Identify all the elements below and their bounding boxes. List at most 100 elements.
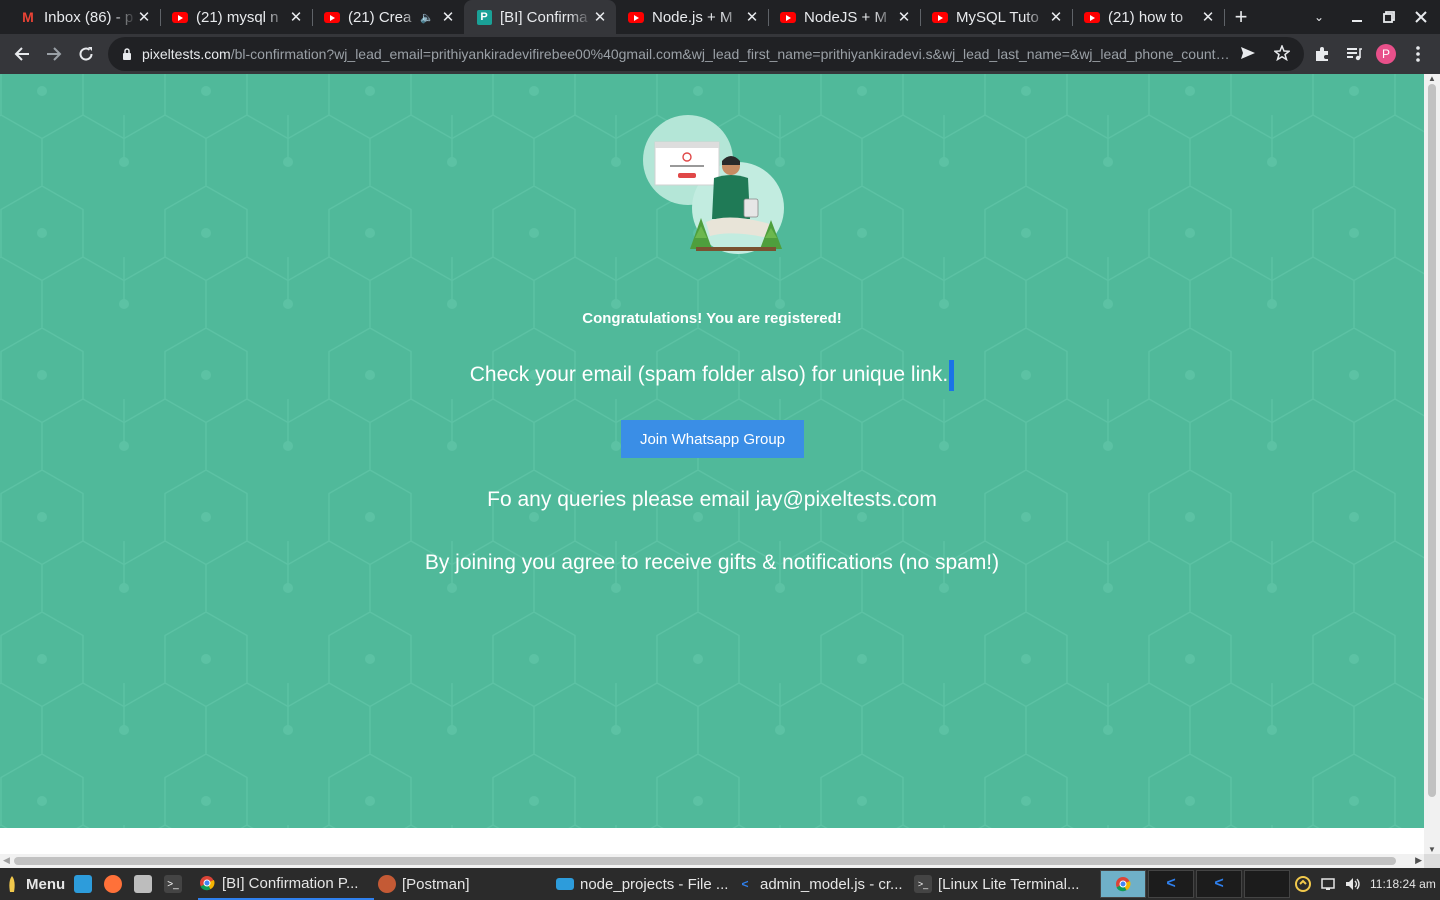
desktop-icon [74,875,92,893]
scroll-left-arrow-icon[interactable]: ◀ [3,855,10,866]
more-menu-icon[interactable] [1402,38,1434,70]
vertical-scrollbar[interactable]: ▲ ▼ [1424,74,1440,854]
media-control-icon[interactable] [1338,38,1370,70]
tab-create[interactable]: (21) Crea 🔈 ✕ [304,0,464,34]
join-whatsapp-button[interactable]: Join Whatsapp Group [621,420,804,458]
folder-icon [556,878,574,890]
close-icon[interactable]: ✕ [592,9,608,26]
terminal-icon: >_ [164,875,182,893]
tab-title: [BI] Confirma [500,8,588,26]
tab-confirmation[interactable]: P [BI] Confirma ✕ [464,0,616,34]
youtube-icon [780,9,796,25]
close-window-icon[interactable] [1404,0,1438,34]
taskbar-window-file-manager[interactable]: node_projects - File ... [556,868,728,900]
close-icon[interactable]: ✕ [1200,9,1216,26]
registration-illustration [643,115,784,254]
close-icon[interactable]: ✕ [136,9,152,26]
tab-title: Inbox (86) - p [44,8,134,26]
gmail-icon: M [22,9,34,25]
forward-button[interactable] [38,38,70,70]
tab-how-to[interactable]: (21) how to ✕ [1064,0,1225,34]
consent-text: By joining you agree to receive gifts & … [424,551,1000,574]
reload-icon [79,47,93,61]
horizontal-scroll-thumb[interactable] [14,857,1396,865]
close-icon[interactable]: ✕ [288,9,304,26]
tab-title: (21) mysql n [196,8,279,26]
tab-gmail[interactable]: M Inbox (86) - p ✕ [0,0,161,34]
taskbar-window-terminal[interactable]: >_ [Linux Lite Terminal... [914,868,1079,900]
send-icon[interactable] [1240,45,1256,66]
youtube-icon [1084,9,1100,25]
firefox-launcher[interactable] [104,868,128,900]
postman-icon [378,875,396,893]
tab-title: MySQL Tuto [956,8,1039,26]
vscode-icon: < [1166,875,1176,892]
vscode-icon: < [741,877,749,891]
congrats-heading: Congratulations! You are registered! [582,310,842,327]
tab-strip: M Inbox (86) - p ✕ (21) mysql n ✕ (21) C… [0,0,1440,34]
scroll-down-arrow-icon[interactable]: ▼ [1428,845,1436,854]
tab-mysql-tutorial[interactable]: MySQL Tuto ✕ [912,0,1073,34]
back-button[interactable] [6,38,38,70]
workspace-vscode-2[interactable]: < [1196,870,1242,898]
page-footer-area [0,828,1424,854]
chrome-icon [1114,875,1132,893]
pixeltests-icon: P [476,9,492,25]
page-content: Congratulations! You are registered! Che… [0,74,1424,828]
updates-tray-icon[interactable] [1294,868,1312,900]
workspace-empty[interactable] [1244,870,1290,898]
profile-avatar[interactable]: P [1376,44,1396,64]
lock-icon[interactable] [122,47,136,61]
restore-icon[interactable] [1372,0,1406,34]
network-tray-icon[interactable] [1320,868,1336,900]
system-taskbar: Menu >_ [BI] Confirmation P... [Postman]… [0,868,1440,900]
youtube-icon [324,9,340,25]
youtube-icon [932,9,948,25]
tab-title: NodeJS + M [804,8,887,26]
close-icon[interactable]: ✕ [440,9,456,26]
tab-search-chevron-icon[interactable]: ⌄ [1302,0,1336,34]
workspace-vscode-1[interactable]: < [1148,870,1194,898]
youtube-icon [172,9,188,25]
start-menu-button[interactable]: Menu [6,868,65,900]
horizontal-scrollbar[interactable]: ◀ ▶ [0,854,1424,868]
text-cursor [949,360,955,391]
vertical-scroll-thumb[interactable] [1428,84,1436,797]
file-manager-launcher[interactable] [134,868,158,900]
clock[interactable]: 11:18:24 am [1370,868,1436,900]
terminal-icon: >_ [914,875,932,893]
firefox-icon [104,875,122,893]
speaker-icon[interactable]: 🔈 [420,11,434,24]
scroll-up-arrow-icon[interactable]: ▲ [1428,74,1436,83]
taskbar-window-vscode[interactable]: < admin_model.js - cr... [736,868,902,900]
tab-nodejs-1[interactable]: Node.js + M ✕ [608,0,769,34]
tab-mysql[interactable]: (21) mysql n ✕ [152,0,313,34]
address-bar[interactable]: pixeltests.com/bl-confirmation?wj_lead_e… [108,37,1304,71]
volume-tray-icon[interactable] [1344,868,1362,900]
close-icon[interactable]: ✕ [744,9,760,26]
star-icon[interactable] [1273,43,1291,66]
taskbar-window-chrome[interactable]: [BI] Confirmation P... [198,868,374,900]
taskbar-window-postman[interactable]: [Postman] [378,868,470,900]
tab-title: (21) how to [1108,8,1184,26]
new-tab-plus-icon[interactable]: + [1224,0,1258,34]
arrow-right-icon [47,47,62,61]
youtube-icon [628,9,644,25]
extensions-icon[interactable] [1306,38,1338,70]
tab-title: (21) Crea [348,8,412,26]
tab-nodejs-2[interactable]: NodeJS + M ✕ [760,0,921,34]
check-email-text: Check your email (spam folder also) for … [0,360,1424,391]
url-text[interactable]: pixeltests.com/bl-confirmation?wj_lead_e… [142,46,1232,62]
scroll-right-arrow-icon[interactable]: ▶ [1415,855,1422,866]
workspace-chrome[interactable] [1100,870,1146,898]
browser-toolbar: pixeltests.com/bl-confirmation?wj_lead_e… [0,34,1440,74]
vscode-icon: < [1214,875,1224,892]
terminal-launcher[interactable]: >_ [164,868,188,900]
minimize-icon[interactable] [1340,0,1374,34]
reload-button[interactable] [70,38,102,70]
close-icon[interactable]: ✕ [1048,9,1064,26]
tab-title: Node.js + M [652,8,733,26]
show-desktop-launcher[interactable] [74,868,98,900]
close-icon[interactable]: ✕ [896,9,912,26]
chrome-icon [198,874,216,892]
